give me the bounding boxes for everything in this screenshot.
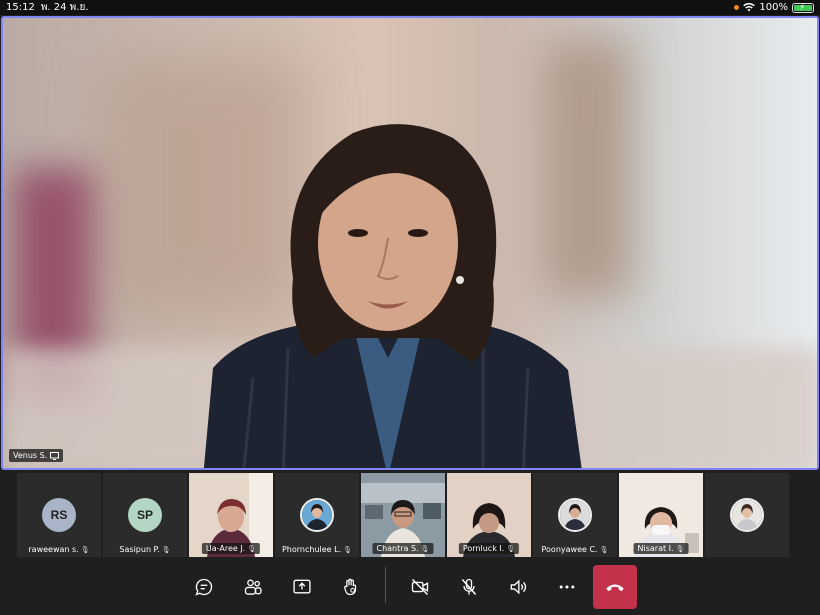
avatar: RS — [42, 498, 76, 532]
meeting-controls — [0, 557, 820, 615]
participant-label: Ua-Aree J. 🎙︎ — [201, 543, 261, 554]
participant-label: Chantra S. 🎙︎ — [372, 543, 434, 554]
participant-tile[interactable]: RS raweewan s. 🎙︎ — [17, 473, 101, 557]
avatar — [730, 498, 764, 532]
hang-up-icon — [606, 584, 624, 592]
hang-up-button[interactable] — [593, 565, 637, 609]
main-speaker-video[interactable]: Venus S. — [1, 16, 819, 470]
mic-muted-icon: 🎙︎ — [420, 545, 430, 553]
participant-name: Sasipun P. — [119, 545, 160, 554]
mic-toggle-button[interactable] — [448, 565, 490, 609]
participant-tile[interactable]: Pornluck I. 🎙︎ — [447, 473, 531, 557]
raise-hand-icon — [344, 578, 357, 596]
participant-tile[interactable]: Phornchulee L. 🎙︎ — [275, 473, 359, 557]
mic-muted-icon: 🎙︎ — [675, 545, 685, 553]
participant-tile[interactable]: Poonyawee C. 🎙︎ — [533, 473, 617, 557]
participant-tile[interactable] — [705, 473, 789, 557]
participant-label: Nisarat I. 🎙︎ — [633, 543, 689, 554]
status-bar: 15:12 พ. 24 พ.ย. 100% ⚡ — [0, 0, 820, 15]
mic-muted-icon: 🎙︎ — [80, 546, 90, 554]
people-button[interactable] — [232, 565, 274, 609]
participant-tile[interactable]: Chantra S. 🎙︎ — [361, 473, 445, 557]
share-screen-icon — [293, 579, 311, 594]
share-screen-button[interactable] — [281, 565, 323, 609]
participant-name: Pornluck I. — [462, 544, 505, 553]
more-icon — [559, 585, 575, 589]
participant-strip: RS raweewan s. 🎙︎ SP Sasipun P. 🎙︎ Ua-Aree… — [17, 473, 803, 557]
participant-name: raweewan s. — [28, 545, 79, 554]
speaker-name: Venus S. — [13, 451, 48, 460]
battery-percent: 100% — [759, 2, 788, 13]
chat-button[interactable] — [183, 565, 225, 609]
participant-name: Chantra S. — [376, 544, 419, 553]
participant-tile[interactable]: Ua-Aree J. 🎙︎ — [189, 473, 273, 557]
more-options-button[interactable] — [546, 565, 588, 609]
speaker-button[interactable] — [497, 565, 539, 609]
wifi-icon — [743, 3, 756, 12]
chat-icon — [195, 578, 213, 596]
screen-share-icon — [50, 451, 60, 460]
participant-label: Phornchulee L. 🎙︎ — [275, 545, 359, 554]
speaker-name-tag: Venus S. — [9, 449, 64, 462]
participant-tile[interactable]: SP Sasipun P. 🎙︎ — [103, 473, 187, 557]
teams-meeting-window: 15:12 พ. 24 พ.ย. 100% ⚡ Venus S. RS rawe… — [0, 0, 820, 615]
status-date: พ. 24 พ.ย. — [40, 2, 89, 13]
mic-muted-icon: 🎙︎ — [599, 546, 609, 554]
participant-name: Poonyawee C. — [541, 545, 598, 554]
mic-muted-icon: 🎙︎ — [161, 546, 171, 554]
camera-off-icon — [411, 578, 429, 596]
participant-label: Sasipun P. 🎙︎ — [103, 545, 187, 554]
speaker-icon — [510, 579, 526, 595]
mic-muted-icon: 🎙︎ — [247, 545, 257, 553]
speaker-person-image — [203, 124, 582, 468]
mic-muted-icon: 🎙︎ — [343, 546, 353, 554]
participant-label: Poonyawee C. 🎙︎ — [533, 545, 617, 554]
control-divider — [385, 567, 386, 603]
participant-name: Ua-Aree J. — [205, 544, 246, 553]
camera-toggle-button[interactable] — [399, 565, 441, 609]
avatar — [558, 498, 592, 532]
battery-charging-icon: ⚡ — [792, 2, 814, 13]
people-icon — [244, 579, 262, 595]
participant-label: raweewan s. 🎙︎ — [17, 545, 101, 554]
mic-off-icon — [461, 578, 477, 595]
avatar: SP — [128, 498, 162, 532]
participant-tile[interactable]: Nisarat I. 🎙︎ — [619, 473, 703, 557]
raise-hand-button[interactable] — [330, 565, 372, 609]
participant-label: Pornluck I. 🎙︎ — [458, 543, 520, 554]
location-dot-icon — [734, 5, 740, 10]
participant-name: Nisarat I. — [637, 544, 674, 553]
avatar — [300, 498, 334, 532]
participant-name: Phornchulee L. — [281, 545, 342, 554]
status-time: 15:12 — [6, 2, 35, 13]
mic-muted-icon: 🎙︎ — [506, 545, 516, 553]
status-right: 100% ⚡ — [734, 2, 814, 13]
